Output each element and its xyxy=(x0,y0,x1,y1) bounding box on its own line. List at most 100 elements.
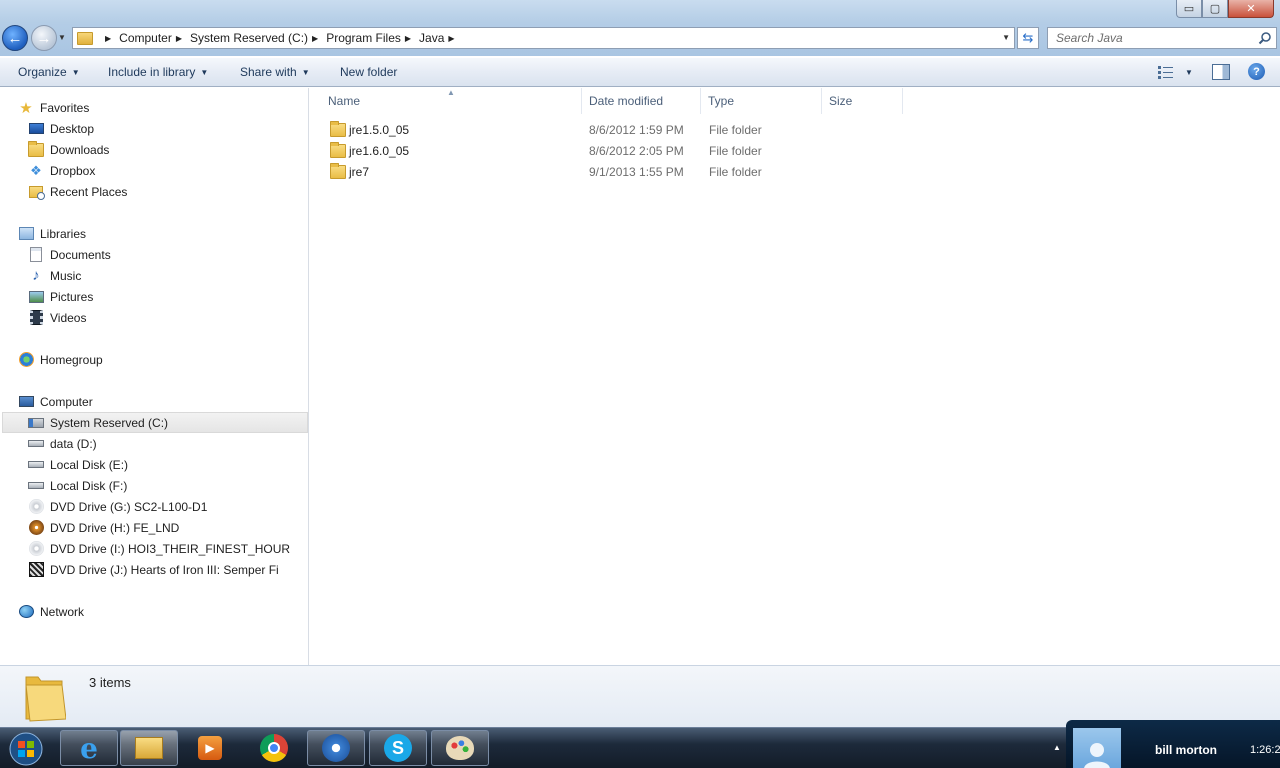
nav-item-drive-h[interactable]: DVD Drive (H:) FE_LND xyxy=(28,517,179,538)
forward-button[interactable]: → xyxy=(31,25,57,51)
column-header-type-label: Type xyxy=(708,94,735,108)
nav-item-drive-d[interactable]: data (D:) xyxy=(28,433,97,454)
nav-item-dropbox[interactable]: ❖ Dropbox xyxy=(28,160,95,181)
start-button[interactable] xyxy=(4,729,48,768)
nav-computer-label: Computer xyxy=(40,394,93,409)
nav-item-label: Dropbox xyxy=(50,163,96,178)
nav-item-drive-e[interactable]: Local Disk (E:) xyxy=(28,454,128,475)
breadcrumb-computer[interactable]: Computer xyxy=(119,31,172,45)
windows-explorer-icon xyxy=(135,737,163,759)
nav-network[interactable]: Network xyxy=(18,601,84,622)
organize-button[interactable]: Organize ▼ xyxy=(18,65,80,79)
breadcrumb-system-reserved[interactable]: System Reserved (C:) xyxy=(190,31,308,45)
back-arrow-icon: ← xyxy=(7,29,23,47)
minimize-button[interactable]: ▭ xyxy=(1176,0,1202,18)
taskbar-chrome[interactable] xyxy=(245,730,303,766)
breadcrumb-separator-icon[interactable]: ▶ xyxy=(312,34,318,43)
include-in-library-button[interactable]: Include in library ▼ xyxy=(108,65,208,79)
recent-pages-dropdown[interactable]: ▼ xyxy=(58,33,66,42)
search-icon[interactable] xyxy=(1258,31,1272,45)
dropdown-arrow-icon: ▼ xyxy=(71,67,80,77)
nav-item-videos[interactable]: Videos xyxy=(28,307,86,328)
nav-item-drive-c[interactable]: System Reserved (C:) xyxy=(2,412,308,433)
new-folder-button[interactable]: New folder xyxy=(340,65,397,79)
taskbar-internet-explorer[interactable]: e xyxy=(60,730,118,766)
nav-item-label: DVD Drive (I:) HOI3_THEIR_FINEST_HOUR xyxy=(50,541,291,556)
share-with-button[interactable]: Share with ▼ xyxy=(240,65,310,79)
user-tile[interactable]: bill morton 1:26:2 xyxy=(1066,720,1280,768)
taskbar-skype[interactable]: S xyxy=(369,730,427,766)
sort-ascending-icon: ▲ xyxy=(447,88,455,97)
details-view-icon xyxy=(1158,66,1173,79)
taskbar-paint[interactable] xyxy=(431,730,489,766)
file-name: jre7 xyxy=(349,164,370,179)
view-dropdown-arrow-icon[interactable]: ▼ xyxy=(1185,68,1193,77)
nav-homegroup[interactable]: Homegroup xyxy=(18,349,103,370)
breadcrumb-program-files[interactable]: Program Files xyxy=(326,31,401,45)
system-drive-icon xyxy=(28,415,44,431)
breadcrumb-separator-icon[interactable]: ▶ xyxy=(405,34,411,43)
search-box[interactable] xyxy=(1047,27,1277,49)
change-view-button[interactable]: ▼ xyxy=(1157,65,1193,79)
file-type: File folder xyxy=(709,122,762,137)
table-row[interactable]: jre1.6.0_05 8/6/2012 2:05 PM File folder xyxy=(310,140,910,161)
internet-explorer-icon: e xyxy=(80,731,98,765)
nav-item-label: Downloads xyxy=(50,142,110,157)
breadcrumb-java[interactable]: Java xyxy=(419,31,444,45)
nav-item-documents[interactable]: Documents xyxy=(28,244,111,265)
clock[interactable]: 1:26:2 xyxy=(1250,744,1280,756)
user-silhouette-icon xyxy=(1084,743,1110,768)
address-dropdown-icon[interactable]: ▼ xyxy=(1002,33,1010,42)
table-row[interactable]: jre7 9/1/2013 1:55 PM File folder xyxy=(310,161,910,182)
table-row[interactable]: jre1.5.0_05 8/6/2012 1:59 PM File folder xyxy=(310,119,910,140)
nav-item-drive-f[interactable]: Local Disk (F:) xyxy=(28,475,127,496)
column-header-type[interactable]: Type xyxy=(700,88,822,114)
file-type: File folder xyxy=(709,164,762,179)
hard-drive-icon xyxy=(28,457,44,473)
refresh-icon: ⇆ xyxy=(1022,30,1034,45)
breadcrumb-separator-icon[interactable]: ▶ xyxy=(176,34,182,43)
nav-libraries[interactable]: Libraries xyxy=(18,223,86,244)
nav-item-drive-j[interactable]: DVD Drive (J:) Hearts of Iron III: Sempe… xyxy=(28,559,279,580)
back-button[interactable]: ← xyxy=(2,25,28,51)
taskbar-windows-explorer[interactable] xyxy=(120,730,178,766)
nav-item-music[interactable]: ♪ Music xyxy=(28,265,81,286)
nav-item-drive-g[interactable]: DVD Drive (G:) SC2-L100-D1 xyxy=(28,496,207,517)
details-pane: 3 items xyxy=(0,665,1280,727)
column-header-date-modified[interactable]: Date modified xyxy=(581,88,701,114)
preview-pane-button[interactable] xyxy=(1212,64,1230,80)
show-hidden-icons-button[interactable]: ▲ xyxy=(1053,743,1061,752)
breadcrumb-separator-icon[interactable]: ▶ xyxy=(105,34,111,43)
address-bar[interactable]: ▶ Computer ▶ System Reserved (C:) ▶ Prog… xyxy=(72,27,1015,49)
column-header-size-label: Size xyxy=(829,94,853,108)
item-count: 3 items xyxy=(89,675,131,690)
nav-item-label: Music xyxy=(50,268,82,283)
refresh-button[interactable]: ⇆ xyxy=(1017,27,1039,49)
nav-computer[interactable]: Computer xyxy=(18,391,93,412)
paint-icon xyxy=(446,736,474,760)
downloads-folder-icon xyxy=(28,140,44,158)
taskbar-app[interactable] xyxy=(307,730,365,766)
file-date: 8/6/2012 1:59 PM xyxy=(589,122,684,137)
caption-buttons: ▭ ▢ ✕ xyxy=(1176,0,1274,18)
nav-favorites[interactable]: ★ Favorites xyxy=(18,97,89,118)
nav-item-recent-places[interactable]: Recent Places xyxy=(28,181,127,202)
recent-places-icon xyxy=(28,184,45,200)
nav-item-label: Local Disk (F:) xyxy=(50,478,128,493)
large-folder-icon xyxy=(25,676,66,722)
nav-item-downloads[interactable]: Downloads xyxy=(28,139,109,160)
nav-item-label: System Reserved (C:) xyxy=(50,415,169,430)
breadcrumb-separator-icon[interactable]: ▶ xyxy=(448,34,454,43)
taskbar-media-player[interactable]: ▶ xyxy=(181,730,239,766)
column-header-size[interactable]: Size xyxy=(821,88,903,114)
nav-item-drive-i[interactable]: DVD Drive (I:) HOI3_THEIR_FINEST_HOUR xyxy=(28,538,290,559)
nav-item-desktop[interactable]: Desktop xyxy=(28,118,94,139)
maximize-button[interactable]: ▢ xyxy=(1202,0,1228,18)
close-button[interactable]: ✕ xyxy=(1228,0,1274,18)
forward-arrow-icon: → xyxy=(36,29,52,47)
nav-item-label: Documents xyxy=(50,247,111,262)
nav-item-pictures[interactable]: Pictures xyxy=(28,286,93,307)
file-name: jre1.5.0_05 xyxy=(349,122,410,137)
search-input[interactable] xyxy=(1056,31,1246,45)
help-button[interactable]: ? xyxy=(1248,63,1265,80)
